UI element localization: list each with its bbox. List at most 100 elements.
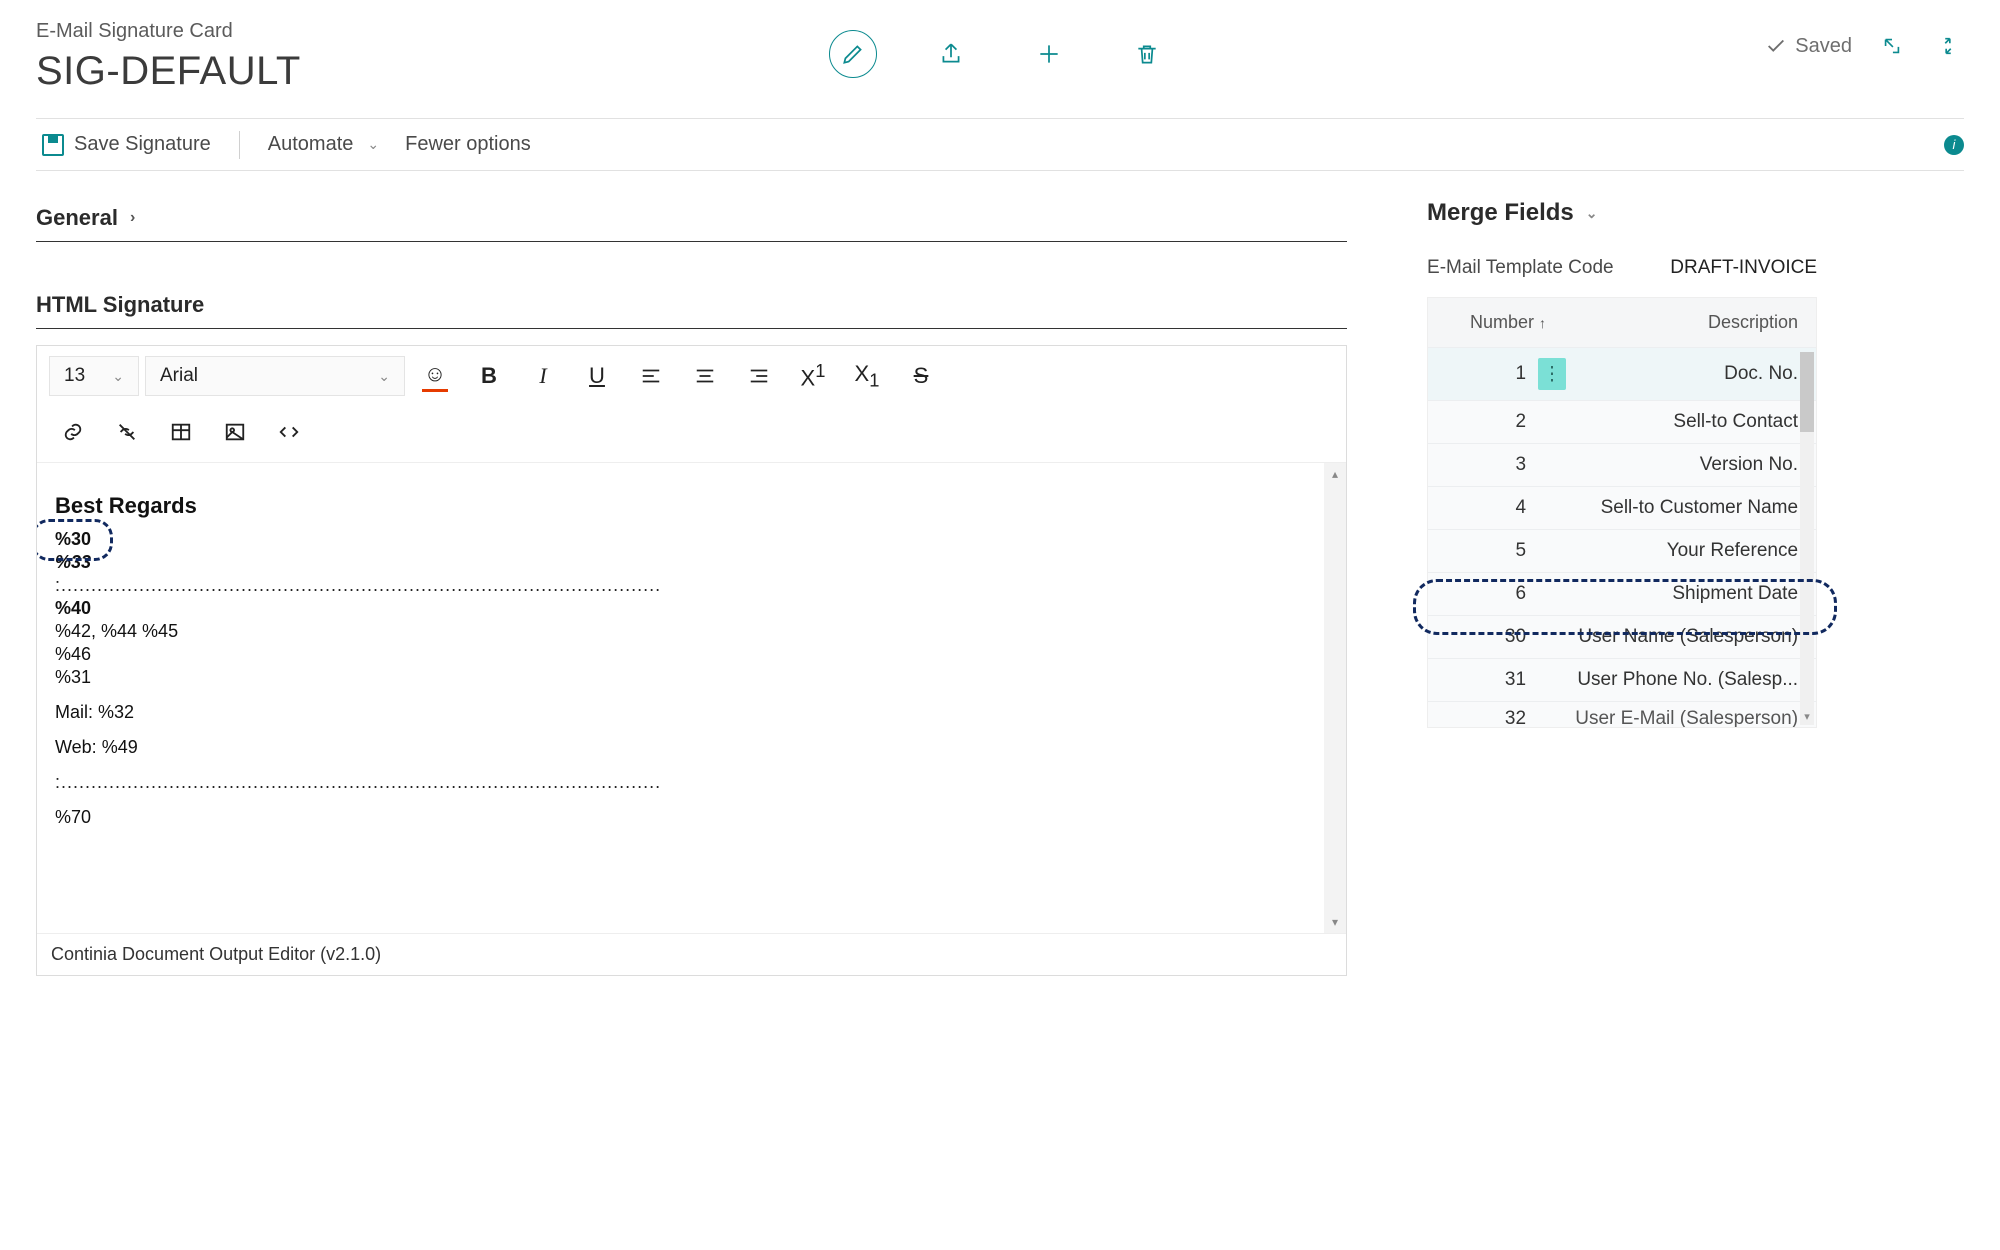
- saved-label: Saved: [1795, 35, 1852, 58]
- merge-field-row[interactable]: 30 User Name (Salesperson): [1428, 615, 1816, 658]
- unlink-button[interactable]: [103, 412, 151, 452]
- table-scrollbar[interactable]: ▾: [1800, 352, 1814, 725]
- merge-field-row[interactable]: 32 User E-Mail (Salesperson): [1428, 701, 1816, 727]
- saved-indicator: Saved: [1765, 35, 1852, 58]
- mf-number: 2: [1446, 411, 1526, 433]
- merge-field-row[interactable]: 4 Sell-to Customer Name: [1428, 486, 1816, 529]
- mf-number: 30: [1446, 626, 1526, 648]
- font-size-value: 13: [64, 365, 85, 387]
- signature-mail: Mail: %32: [55, 702, 1328, 723]
- popout-button[interactable]: [1876, 30, 1908, 62]
- scroll-down-icon[interactable]: ▾: [1324, 911, 1346, 933]
- collapse-icon: [1937, 35, 1959, 57]
- scroll-down-icon[interactable]: ▾: [1800, 707, 1814, 725]
- sort-asc-icon: ↑: [1539, 315, 1546, 331]
- text-color-button[interactable]: ☺: [411, 356, 459, 396]
- italic-icon: I: [539, 363, 546, 389]
- merge-fields-title: Merge Fields: [1427, 199, 1574, 227]
- align-left-icon: [640, 365, 662, 387]
- link-button[interactable]: [49, 412, 97, 452]
- merge-fields-header[interactable]: Merge Fields ⌄: [1427, 199, 1817, 227]
- editor-scrollbar[interactable]: ▴ ▾: [1324, 463, 1346, 933]
- row-more-button[interactable]: ⋮: [1538, 358, 1566, 390]
- share-icon: [938, 41, 964, 67]
- mf-desc: User Name (Salesperson): [1526, 626, 1798, 648]
- subscript-button[interactable]: X1: [843, 356, 891, 396]
- scrollbar-thumb[interactable]: [1800, 352, 1814, 432]
- signature-token-31: %31: [55, 667, 1328, 688]
- signature-token-42: %42, %44 %45: [55, 621, 1328, 642]
- column-number[interactable]: Number ↑: [1446, 312, 1546, 333]
- new-button[interactable]: [1025, 30, 1073, 78]
- save-signature-button[interactable]: Save Signature: [36, 129, 217, 160]
- signature-web: Web: %49: [55, 737, 1328, 758]
- section-general[interactable]: General ›: [36, 199, 1347, 242]
- trash-icon: [1134, 41, 1160, 67]
- font-size-dropdown[interactable]: 13 ⌄: [49, 356, 139, 396]
- page-title: SIG-DEFAULT: [36, 49, 301, 94]
- info-button[interactable]: i: [1944, 135, 1964, 155]
- align-right-button[interactable]: [735, 356, 783, 396]
- merge-field-row[interactable]: 1 ⋮ Doc. No.: [1428, 347, 1816, 400]
- table-icon: [170, 421, 192, 443]
- bold-button[interactable]: B: [465, 356, 513, 396]
- signature-token-70: %70: [55, 807, 1328, 828]
- align-center-button[interactable]: [681, 356, 729, 396]
- mf-desc: Doc. No.: [1566, 363, 1798, 385]
- strikethrough-button[interactable]: S: [897, 356, 945, 396]
- editor-footer: Continia Document Output Editor (v2.1.0): [37, 933, 1346, 975]
- mf-number: 32: [1446, 708, 1526, 727]
- mf-desc: Shipment Date: [1526, 583, 1798, 605]
- merge-field-row[interactable]: 31 User Phone No. (Salesp...: [1428, 658, 1816, 701]
- signature-token-30: %30: [55, 529, 1328, 550]
- code-button[interactable]: [265, 412, 313, 452]
- signature-token-40: %40: [55, 598, 1328, 619]
- delete-button[interactable]: [1123, 30, 1171, 78]
- action-toolbar: Save Signature Automate ⌄ Fewer options …: [36, 118, 1964, 171]
- signature-heading: Best Regards: [55, 493, 1328, 519]
- column-description[interactable]: Description: [1546, 312, 1798, 333]
- collapse-button[interactable]: [1932, 30, 1964, 62]
- font-family-value: Arial: [160, 365, 198, 387]
- align-right-icon: [748, 365, 770, 387]
- chevron-down-icon: ⌄: [378, 368, 390, 385]
- superscript-icon: X1: [801, 360, 826, 391]
- scroll-up-icon[interactable]: ▴: [1324, 463, 1346, 485]
- popout-icon: [1881, 35, 1903, 57]
- editor-body[interactable]: Best Regards %30 %33 :..................…: [37, 463, 1346, 933]
- share-button[interactable]: [927, 30, 975, 78]
- save-signature-label: Save Signature: [74, 133, 211, 156]
- fewer-options-button[interactable]: Fewer options: [399, 129, 537, 160]
- table-button[interactable]: [157, 412, 205, 452]
- merge-field-row[interactable]: 5 Your Reference: [1428, 529, 1816, 572]
- editor-toolbar: 13 ⌄ Arial ⌄ ☺ B I U: [37, 346, 1346, 463]
- image-button[interactable]: [211, 412, 259, 452]
- chevron-down-icon: ⌄: [1586, 205, 1598, 222]
- fewer-options-label: Fewer options: [405, 133, 531, 156]
- superscript-button[interactable]: X1: [789, 356, 837, 396]
- font-family-dropdown[interactable]: Arial ⌄: [145, 356, 405, 396]
- mf-desc: Sell-to Contact: [1526, 411, 1798, 433]
- align-left-button[interactable]: [627, 356, 675, 396]
- template-code-label: E-Mail Template Code: [1427, 257, 1614, 279]
- chevron-right-icon: ›: [130, 209, 135, 227]
- link-icon: [62, 421, 84, 443]
- signature-token-33: %33: [55, 552, 1328, 573]
- mf-desc: Version No.: [1526, 454, 1798, 476]
- merge-field-row[interactable]: 6 Shipment Date: [1428, 572, 1816, 615]
- merge-fields-table: Number ↑ Description 1 ⋮ Doc. No. 2 Sell…: [1427, 297, 1817, 728]
- mf-number: 1: [1446, 363, 1526, 385]
- chevron-down-icon: ⌄: [367, 136, 379, 153]
- edit-button[interactable]: [829, 30, 877, 78]
- merge-field-row[interactable]: 3 Version No.: [1428, 443, 1816, 486]
- breadcrumb: E-Mail Signature Card: [36, 20, 301, 43]
- subscript-icon: X1: [855, 361, 880, 391]
- underline-button[interactable]: U: [573, 356, 621, 396]
- mf-number: 5: [1446, 540, 1526, 562]
- automate-label: Automate: [268, 133, 354, 156]
- merge-field-row[interactable]: 2 Sell-to Contact: [1428, 400, 1816, 443]
- mf-desc: User Phone No. (Salesp...: [1526, 669, 1798, 691]
- italic-button[interactable]: I: [519, 356, 567, 396]
- automate-menu[interactable]: Automate ⌄: [262, 129, 385, 160]
- section-html-signature: HTML Signature: [36, 286, 1347, 329]
